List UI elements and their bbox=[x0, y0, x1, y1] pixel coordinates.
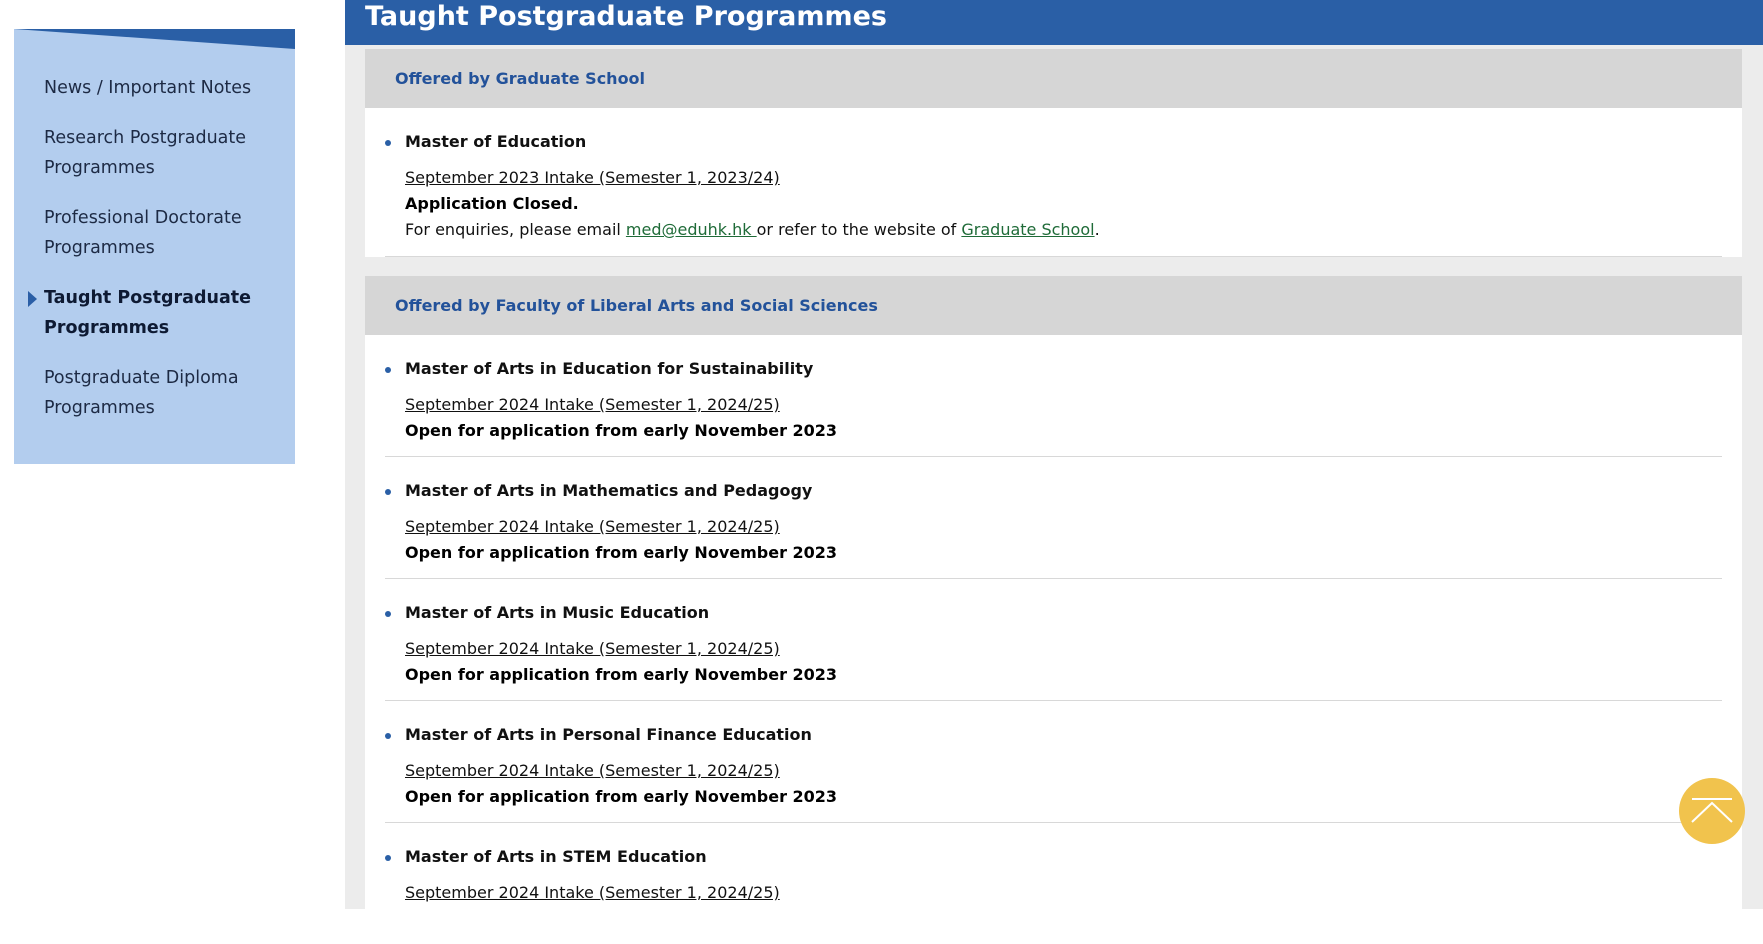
sidebar-item-professional-doctorate[interactable]: Professional Doctorate Programmes bbox=[44, 203, 284, 263]
programmes-panel: Offered by Graduate School Master of Edu… bbox=[365, 49, 1742, 909]
program-name: Master of Arts in STEM Education bbox=[405, 847, 707, 866]
program-name: Master of Arts in Mathematics and Pedago… bbox=[405, 481, 813, 500]
bullet-icon bbox=[385, 489, 391, 495]
title-bar: Taught Postgraduate Programmes bbox=[345, 0, 1763, 45]
sidebar-top-accent bbox=[14, 29, 295, 49]
sidebar-item-label: Postgraduate Diploma Programmes bbox=[44, 368, 239, 418]
enquiry-text: For enquiries, please email med@eduhk.hk… bbox=[405, 220, 1100, 240]
sidebar: News / Important Notes Research Postgrad… bbox=[14, 29, 295, 464]
program-name: Master of Education bbox=[405, 132, 587, 151]
main-content: Taught Postgraduate Programmes Offered b… bbox=[345, 0, 1763, 909]
intake-link[interactable]: September 2024 Intake (Semester 1, 2024/… bbox=[405, 395, 780, 415]
intake-link[interactable]: September 2024 Intake (Semester 1, 2024/… bbox=[405, 639, 780, 659]
program-item: Master of Arts in STEM Education Septemb… bbox=[385, 823, 1722, 944]
sidebar-item-research-postgraduate[interactable]: Research Postgraduate Programmes bbox=[44, 123, 284, 183]
program-item: Master of Arts in Music Education Septem… bbox=[385, 579, 1722, 701]
page-title: Taught Postgraduate Programmes bbox=[365, 1, 887, 32]
enquiry-prefix: For enquiries, please email bbox=[405, 220, 626, 239]
application-status: Open for application from early November… bbox=[405, 421, 838, 440]
program-name: Master of Arts in Education for Sustaina… bbox=[405, 359, 814, 378]
scroll-to-top-button[interactable] bbox=[1679, 778, 1745, 844]
bullet-icon bbox=[385, 140, 391, 146]
intake-link[interactable]: September 2024 Intake (Semester 1, 2024/… bbox=[405, 883, 780, 903]
sidebar-item-news[interactable]: News / Important Notes bbox=[44, 73, 284, 103]
application-status: Open for application from early November… bbox=[405, 665, 838, 684]
sidebar-item-taught-postgraduate[interactable]: Taught Postgraduate Programmes bbox=[28, 283, 284, 343]
sidebar-nav: News / Important Notes Research Postgrad… bbox=[28, 73, 284, 443]
sidebar-item-label: News / Important Notes bbox=[44, 78, 252, 98]
program-item: Master of Education September 2023 Intak… bbox=[385, 108, 1722, 257]
sidebar-item-label: Taught Postgraduate Programmes bbox=[44, 288, 252, 338]
program-item: Master of Arts in Education for Sustaina… bbox=[385, 335, 1722, 457]
intake-link[interactable]: September 2024 Intake (Semester 1, 2024/… bbox=[405, 761, 780, 781]
caret-right-icon bbox=[28, 291, 37, 307]
application-status: Application Closed. bbox=[405, 194, 579, 213]
program-item: Master of Arts in Mathematics and Pedago… bbox=[385, 457, 1722, 579]
email-link[interactable]: med@eduhk.hk bbox=[626, 220, 757, 239]
program-item: Master of Arts in Personal Finance Educa… bbox=[385, 701, 1722, 823]
bullet-icon bbox=[385, 367, 391, 373]
enquiry-middle: or refer to the website of bbox=[756, 220, 962, 239]
enquiry-suffix: . bbox=[1094, 220, 1100, 239]
section-header-graduate-school: Offered by Graduate School bbox=[365, 49, 1742, 108]
section-header-liberal-arts: Offered by Faculty of Liberal Arts and S… bbox=[365, 276, 1742, 335]
graduate-school-link[interactable]: Graduate School bbox=[961, 220, 1094, 239]
sidebar-item-label: Professional Doctorate Programmes bbox=[44, 208, 242, 258]
application-status: Open for application from early November… bbox=[405, 543, 838, 562]
bullet-icon bbox=[385, 733, 391, 739]
intake-link[interactable]: September 2023 Intake (Semester 1, 2023/… bbox=[405, 168, 780, 188]
intake-link[interactable]: September 2024 Intake (Semester 1, 2024/… bbox=[405, 517, 780, 537]
chevron-up-icon bbox=[1691, 798, 1733, 823]
sidebar-item-label: Research Postgraduate Programmes bbox=[44, 128, 247, 178]
section-body-liberal-arts: Master of Arts in Education for Sustaina… bbox=[365, 335, 1742, 944]
sidebar-item-postgraduate-diploma[interactable]: Postgraduate Diploma Programmes bbox=[44, 363, 284, 423]
section-body-graduate-school: Master of Education September 2023 Intak… bbox=[365, 108, 1742, 276]
program-name: Master of Arts in Personal Finance Educa… bbox=[405, 725, 812, 744]
application-status: Open for application from early November… bbox=[405, 787, 838, 806]
program-name: Master of Arts in Music Education bbox=[405, 603, 710, 622]
section-gap bbox=[365, 257, 1742, 276]
bullet-icon bbox=[385, 611, 391, 617]
bullet-icon bbox=[385, 855, 391, 861]
